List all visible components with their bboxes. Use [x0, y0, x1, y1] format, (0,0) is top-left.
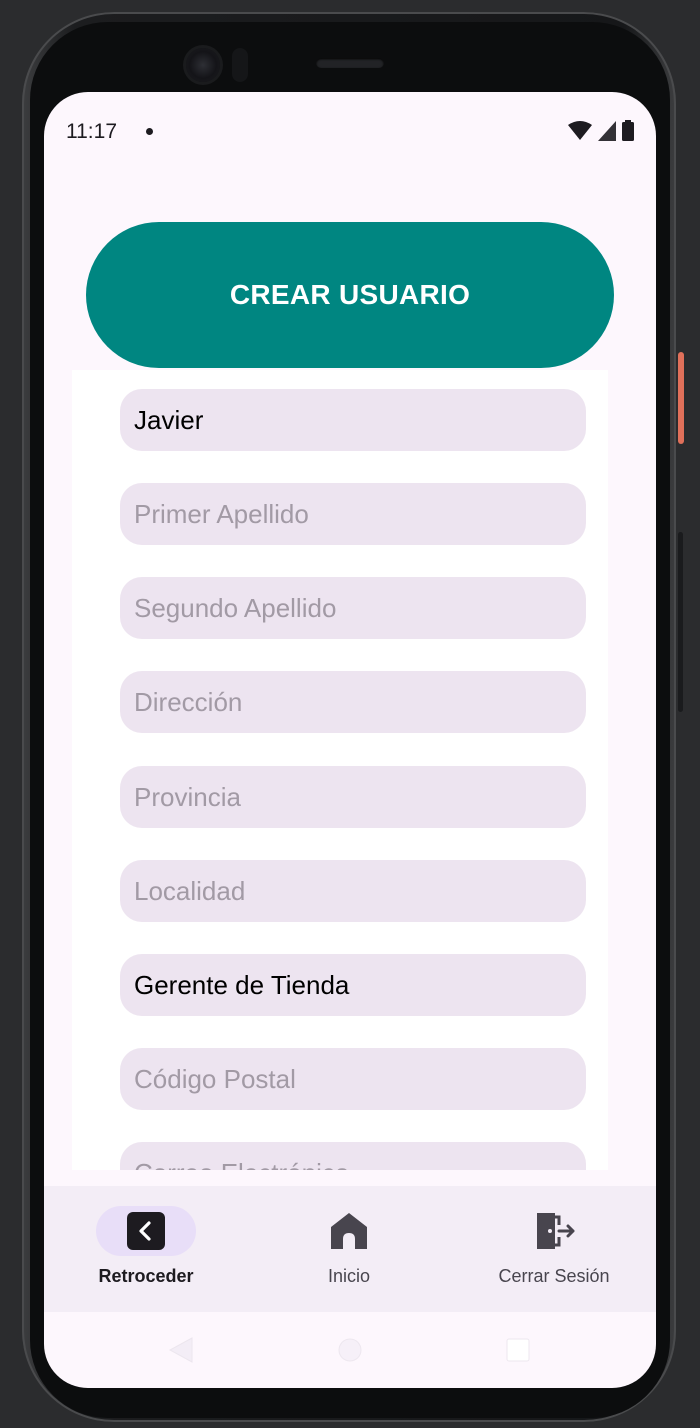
nav-pill-logout — [504, 1206, 604, 1256]
earpiece-speaker — [316, 58, 384, 68]
user-form: Javier Primer Apellido Segundo Apellido … — [72, 370, 608, 1170]
proximity-sensor — [232, 48, 248, 82]
status-bar: 11:17 — [44, 92, 656, 172]
postal-code-field[interactable]: Código Postal — [120, 1048, 586, 1110]
cellular-signal-icon — [598, 121, 616, 141]
nav-label-home: Inicio — [327, 1266, 371, 1286]
home-icon — [331, 1213, 367, 1249]
locality-field[interactable]: Localidad — [120, 860, 586, 922]
role-field[interactable]: Gerente de Tienda — [120, 954, 586, 1016]
province-field[interactable]: Provincia — [120, 766, 586, 828]
bottom-navigation: Retroceder Inicio Cerrar Sesión — [44, 1186, 656, 1312]
email-field[interactable]: Correo Electrónico — [120, 1142, 586, 1170]
app-screen: 11:17 CREAR USUARIO Javier Primer Apelli… — [44, 92, 656, 1388]
create-user-button[interactable]: CREAR USUARIO — [86, 222, 614, 368]
wifi-icon — [568, 121, 592, 140]
nav-item-back[interactable]: Retroceder — [96, 1186, 196, 1312]
nav-item-home[interactable]: Inicio — [299, 1186, 399, 1312]
system-navigation-bar — [44, 1312, 656, 1388]
system-home-icon[interactable] — [338, 1338, 362, 1362]
nav-label-back: Retroceder — [98, 1266, 194, 1286]
nav-item-logout[interactable]: Cerrar Sesión — [488, 1186, 620, 1312]
first-surname-field[interactable]: Primer Apellido — [120, 483, 586, 545]
nav-pill-home — [299, 1206, 399, 1256]
status-time: 11:17 — [66, 120, 117, 143]
status-icons — [568, 120, 634, 141]
front-camera — [186, 48, 220, 82]
nav-active-indicator — [96, 1206, 196, 1256]
second-surname-field[interactable]: Segundo Apellido — [120, 577, 586, 639]
address-field[interactable]: Dirección — [120, 671, 586, 733]
power-button — [678, 352, 684, 444]
logout-icon — [537, 1213, 575, 1249]
volume-button — [678, 532, 683, 712]
battery-icon — [622, 120, 634, 141]
system-back-icon[interactable] — [168, 1336, 194, 1364]
nav-label-logout: Cerrar Sesión — [498, 1266, 610, 1286]
notification-dot-icon — [146, 128, 153, 135]
back-icon — [127, 1212, 165, 1250]
system-recents-icon[interactable] — [506, 1338, 530, 1362]
first-name-field[interactable]: Javier — [120, 389, 586, 451]
